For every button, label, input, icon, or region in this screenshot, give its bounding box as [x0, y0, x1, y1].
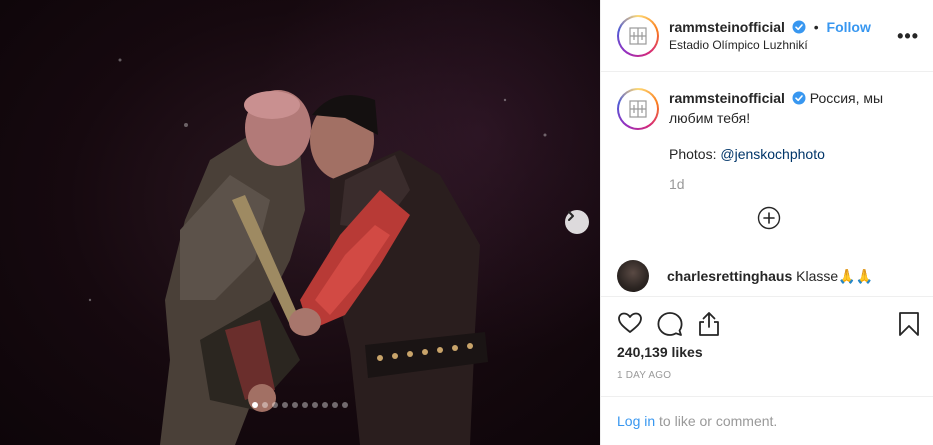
post-location[interactable]: Estadio Olímpico Luzhnikí: [669, 36, 871, 54]
carousel-dot: [342, 402, 348, 408]
heart-icon: [618, 312, 642, 333]
rammstein-logo-icon: [629, 100, 647, 118]
carousel-next-button[interactable]: [565, 210, 589, 234]
more-options-icon[interactable]: •••: [897, 26, 919, 47]
carousel-dot: [322, 402, 328, 408]
comment-icon: [657, 312, 683, 336]
comment-text: Klasse🙏🙏: [796, 267, 874, 284]
post-header: rammsteinofficial • Follow Estadio Olímp…: [601, 0, 933, 72]
likes-count[interactable]: 240,139 likes: [617, 344, 703, 360]
author-username[interactable]: rammsteinofficial: [669, 19, 785, 35]
comment-button[interactable]: [657, 311, 683, 340]
post-photo[interactable]: [0, 0, 600, 445]
post-timestamp[interactable]: 1 DAY AGO: [617, 370, 671, 381]
follow-button[interactable]: Follow: [827, 19, 871, 35]
concert-photo-illustration: [88, 58, 547, 445]
share-icon: [699, 312, 719, 336]
like-button[interactable]: [617, 311, 643, 338]
comments-section: rammsteinofficial Россия, мы любим тебя!…: [601, 72, 933, 296]
share-button[interactable]: [697, 311, 721, 340]
caption-photos-prefix: Photos:: [669, 146, 721, 162]
carousel-dot: [272, 402, 278, 408]
carousel-dot: [312, 402, 318, 408]
action-bar: [601, 296, 933, 350]
carousel-dot: [252, 402, 258, 408]
add-circle-icon: [757, 206, 781, 230]
bookmark-icon: [899, 312, 919, 336]
post-side-panel: rammsteinofficial • Follow Estadio Olímp…: [600, 0, 933, 445]
login-prompt-text: to like or comment.: [655, 413, 778, 429]
carousel-dot: [302, 402, 308, 408]
load-more-comments-button[interactable]: [757, 206, 781, 233]
carousel-indicator: [252, 402, 348, 408]
carousel-dot: [332, 402, 338, 408]
caption-username[interactable]: rammsteinofficial: [669, 90, 785, 106]
author-avatar[interactable]: [617, 14, 659, 57]
caption: rammsteinofficial Россия, мы любим тебя!…: [617, 88, 917, 194]
verified-badge-icon: [792, 20, 806, 33]
carousel-dot: [282, 402, 288, 408]
save-button[interactable]: [898, 311, 920, 340]
caption-timestamp[interactable]: 1d: [669, 174, 909, 194]
login-prompt: Log in to like or comment.: [601, 396, 933, 445]
chevron-right-icon: [568, 211, 574, 221]
header-separator: •: [813, 18, 819, 35]
login-link[interactable]: Log in: [617, 413, 655, 429]
caption-author-avatar[interactable]: [617, 88, 659, 130]
rammstein-logo-icon: [629, 26, 647, 45]
caption-mention-link[interactable]: @jenskochphoto: [720, 146, 825, 162]
comment-item: charlesrettinghaus Klasse🙏🙏: [617, 260, 873, 292]
carousel-dot: [262, 402, 268, 408]
verified-badge-icon: [792, 91, 806, 105]
carousel-dot: [292, 402, 298, 408]
commenter-avatar[interactable]: [617, 260, 649, 292]
commenter-username[interactable]: charlesrettinghaus: [667, 268, 792, 284]
